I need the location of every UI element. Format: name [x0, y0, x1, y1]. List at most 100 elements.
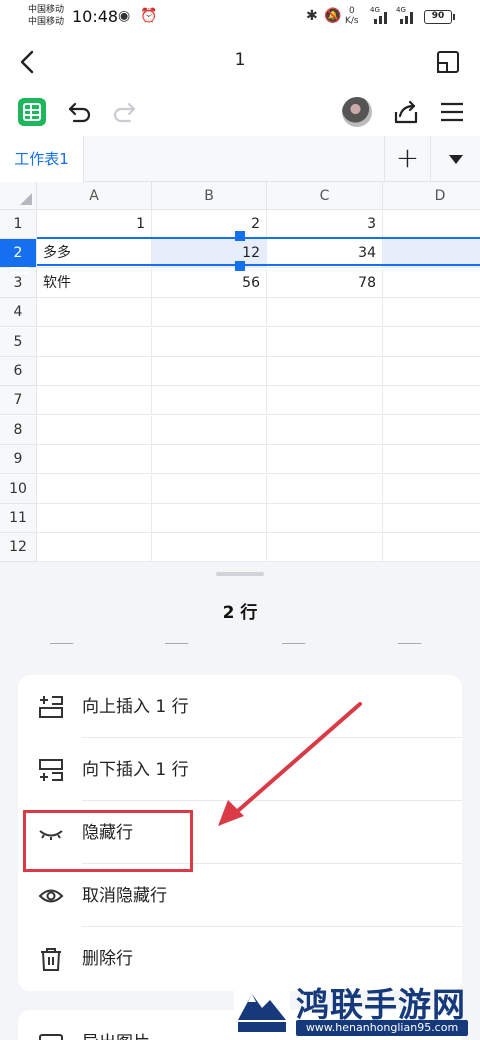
grid-cell[interactable]	[152, 533, 267, 562]
row-header[interactable]: 1	[0, 210, 37, 239]
grid-cell[interactable]	[152, 445, 267, 475]
add-sheet-button[interactable]: +	[384, 136, 430, 182]
row-header[interactable]: 2	[0, 239, 37, 269]
grid-cell[interactable]	[152, 357, 267, 386]
grid-cell[interactable]	[267, 504, 383, 533]
row-header[interactable]: 11	[0, 504, 37, 533]
grid-cell[interactable]	[383, 210, 480, 239]
watermark-title: 鸿联手游网	[296, 985, 466, 1024]
grid-cell[interactable]: 78	[267, 268, 383, 298]
grid-cell[interactable]	[383, 328, 480, 357]
grid-cell[interactable]	[383, 504, 480, 533]
selection-handle-bottom[interactable]	[235, 261, 245, 271]
grid-cell[interactable]	[152, 327, 267, 357]
status-time: 10:48	[72, 7, 119, 26]
grid-cell[interactable]	[37, 298, 152, 328]
signal-icon-2: 4G	[396, 6, 416, 24]
grid-cell[interactable]: 56	[152, 268, 267, 298]
eye-status-icon: ◉	[118, 8, 131, 24]
column-header-d[interactable]: D	[383, 182, 480, 210]
grid-cell[interactable]	[267, 386, 383, 416]
menu-icon[interactable]	[438, 98, 466, 126]
grid-cell[interactable]	[267, 474, 383, 504]
grid-cell[interactable]: 3	[267, 210, 383, 239]
window-mode-icon[interactable]	[436, 50, 460, 74]
column-header-a[interactable]: A	[37, 182, 152, 210]
grid-cell[interactable]	[383, 533, 480, 562]
document-title: 1	[234, 50, 246, 70]
grid-cell[interactable]	[37, 474, 152, 504]
grid-cell[interactable]	[37, 357, 152, 386]
grid-cell[interactable]	[267, 298, 383, 328]
grid-cell[interactable]: 多多	[37, 239, 152, 269]
insert-below-icon	[39, 759, 63, 781]
row-header[interactable]: 5	[0, 327, 37, 357]
grid-cell[interactable]	[152, 474, 267, 504]
grid-cell[interactable]	[37, 327, 152, 357]
row-header[interactable]: 6	[0, 357, 37, 386]
insert-below-label: 向下插入 1 行	[82, 760, 189, 780]
speed-value: 0	[348, 6, 355, 16]
undo-icon[interactable]	[66, 98, 94, 126]
grid-cell[interactable]	[267, 357, 383, 386]
watermark-url: www.henanhonglian95.com	[296, 1020, 468, 1036]
sheet-list-dropdown[interactable]	[430, 136, 480, 182]
share-icon[interactable]	[392, 98, 420, 126]
grid-cell[interactable]	[37, 415, 152, 445]
bluetooth-icon: ✱	[306, 8, 318, 24]
column-header-c[interactable]: C	[267, 182, 383, 210]
grid-cell[interactable]	[37, 533, 152, 562]
grid-cell[interactable]: 软件	[37, 268, 152, 298]
unhide-row-item[interactable]: 取消隐藏行	[18, 864, 462, 927]
sheet-tabs-bar: 工作表1 +	[0, 136, 480, 182]
grid-cell[interactable]	[152, 298, 267, 328]
grid-cell[interactable]	[37, 386, 152, 416]
unhide-row-label: 取消隐藏行	[82, 886, 167, 906]
row-header[interactable]: 4	[0, 298, 37, 328]
grid-cell[interactable]	[383, 357, 480, 386]
row-header[interactable]: 8	[0, 415, 37, 445]
grid-cell[interactable]	[383, 416, 480, 445]
grid-cell[interactable]	[383, 269, 480, 298]
carrier-info: 中国移动 中国移动	[28, 4, 64, 28]
row-header[interactable]: 10	[0, 474, 37, 504]
row-drag-grip-icon[interactable]	[10, 267, 28, 277]
speed-unit: K/s	[345, 16, 359, 26]
grid-cell[interactable]	[383, 475, 480, 504]
row-header[interactable]: 7	[0, 386, 37, 416]
grid-cell[interactable]	[152, 415, 267, 445]
grid-cell[interactable]: 34	[267, 239, 383, 269]
user-avatar[interactable]	[342, 97, 372, 127]
spreadsheet-app-icon[interactable]	[18, 98, 46, 126]
grid-cell[interactable]: 1	[37, 210, 152, 239]
panel-title: 2 行	[222, 603, 258, 623]
row-header[interactable]: 12	[0, 533, 37, 562]
grid-cell[interactable]	[152, 504, 267, 533]
alarm-icon: ⏰	[140, 8, 158, 24]
grid-cell[interactable]	[383, 386, 480, 416]
grid-cell[interactable]	[267, 533, 383, 562]
grid-cell[interactable]: 2	[152, 210, 267, 239]
select-all-corner[interactable]	[0, 182, 37, 210]
grid-cell[interactable]	[37, 504, 152, 533]
column-header-b[interactable]: B	[152, 182, 267, 210]
redo-icon[interactable]	[110, 98, 138, 126]
grid-cell[interactable]	[267, 327, 383, 357]
grid-cell[interactable]	[383, 445, 480, 475]
grid-cell[interactable]	[267, 415, 383, 445]
grid-cell[interactable]	[383, 298, 480, 328]
grid-cell[interactable]: 12	[152, 239, 267, 269]
row-header[interactable]: 9	[0, 445, 37, 475]
annotation-highlight-box	[23, 810, 193, 872]
selection-handle-top[interactable]	[235, 231, 245, 241]
mute-icon: 🔕	[324, 8, 342, 24]
grid-cell[interactable]	[152, 386, 267, 416]
tab-sheet1[interactable]: 工作表1	[0, 136, 84, 182]
grid-cell[interactable]	[37, 445, 152, 475]
grid-cell[interactable]	[383, 239, 480, 269]
grid-cell[interactable]	[267, 445, 383, 475]
network-speed: 0 K/s	[345, 6, 359, 26]
insert-above-icon	[39, 696, 63, 718]
panel-drag-handle[interactable]	[216, 572, 264, 576]
trash-icon	[41, 948, 61, 971]
